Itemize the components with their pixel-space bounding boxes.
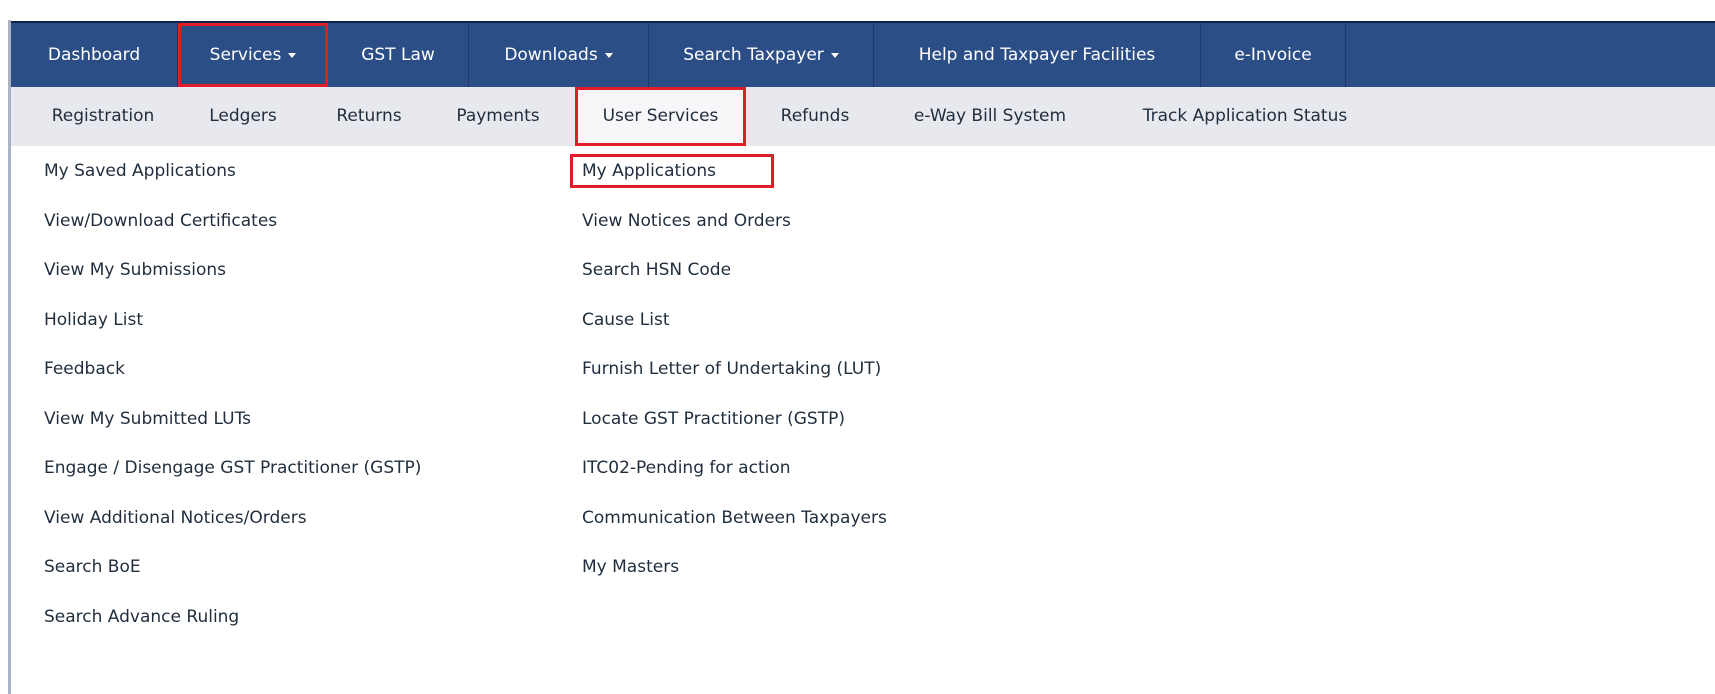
menu-link-my-applications[interactable]: My Applications xyxy=(570,154,774,188)
subnav-payments[interactable]: Payments xyxy=(447,87,549,146)
subnav-refunds-label: Refunds xyxy=(780,106,850,126)
menu-link-view-additional-notices-orders[interactable]: View Additional Notices/Orders xyxy=(44,503,307,533)
menu-link-feedback[interactable]: Feedback xyxy=(44,354,125,384)
nav-gst-law[interactable]: GST Law xyxy=(328,23,469,87)
services-sub-navigation: Registration Ledgers Returns Payments Us… xyxy=(11,87,1715,146)
subnav-returns[interactable]: Returns xyxy=(324,87,414,146)
nav-search-taxpayer-label: Search Taxpayer xyxy=(683,45,824,65)
subnav-track-application-status-label: Track Application Status xyxy=(1142,106,1348,126)
nav-dashboard-label: Dashboard xyxy=(47,45,141,65)
nav-e-invoice-label: e-Invoice xyxy=(1234,45,1312,65)
gst-portal-services-menu: Dashboard Services GST Law Downloads Sea… xyxy=(0,0,1715,694)
menu-link-engage-disengage-gstp[interactable]: Engage / Disengage GST Practitioner (GST… xyxy=(44,453,421,483)
chevron-down-icon xyxy=(604,52,613,58)
menu-link-view-my-submitted-luts[interactable]: View My Submitted LUTs xyxy=(44,404,251,434)
menu-link-communication-between-taxpayers[interactable]: Communication Between Taxpayers xyxy=(582,503,887,533)
nav-gst-law-label: GST Law xyxy=(361,45,435,65)
nav-downloads-label: Downloads xyxy=(504,45,598,65)
subnav-registration[interactable]: Registration xyxy=(44,87,162,146)
subnav-payments-label: Payments xyxy=(456,106,540,126)
nav-services-label: Services xyxy=(209,45,282,65)
menu-link-my-saved-applications[interactable]: My Saved Applications xyxy=(44,156,236,186)
subnav-registration-label: Registration xyxy=(51,106,155,126)
menu-link-view-download-certificates[interactable]: View/Download Certificates xyxy=(44,206,277,236)
menu-link-cause-list[interactable]: Cause List xyxy=(582,305,670,335)
subnav-track-application-status[interactable]: Track Application Status xyxy=(1115,87,1375,146)
subnav-eway-bill-system-label: e-Way Bill System xyxy=(913,106,1067,126)
top-navigation-bar: Dashboard Services GST Law Downloads Sea… xyxy=(11,21,1715,87)
chevron-down-icon xyxy=(830,52,839,58)
nav-e-invoice[interactable]: e-Invoice xyxy=(1201,23,1346,87)
chevron-down-icon xyxy=(288,52,297,58)
subnav-refunds[interactable]: Refunds xyxy=(767,87,863,146)
nav-services[interactable]: Services xyxy=(178,23,328,87)
menu-link-itc02-pending[interactable]: ITC02-Pending for action xyxy=(582,453,791,483)
menu-link-holiday-list[interactable]: Holiday List xyxy=(44,305,143,335)
nav-dashboard[interactable]: Dashboard xyxy=(11,23,178,87)
subnav-eway-bill-system[interactable]: e-Way Bill System xyxy=(891,87,1089,146)
subnav-ledgers[interactable]: Ledgers xyxy=(199,87,287,146)
subnav-user-services-label: User Services xyxy=(602,106,719,126)
subnav-returns-label: Returns xyxy=(336,106,402,126)
menu-link-my-masters[interactable]: My Masters xyxy=(582,552,679,582)
menu-link-locate-gstp[interactable]: Locate GST Practitioner (GSTP) xyxy=(582,404,845,434)
nav-help-taxpayer-facilities[interactable]: Help and Taxpayer Facilities xyxy=(874,23,1201,87)
menu-link-search-advance-ruling[interactable]: Search Advance Ruling xyxy=(44,602,239,632)
nav-help-taxpayer-facilities-label: Help and Taxpayer Facilities xyxy=(918,45,1156,65)
nav-downloads[interactable]: Downloads xyxy=(469,23,649,87)
menu-link-search-hsn-code[interactable]: Search HSN Code xyxy=(582,255,731,285)
menu-link-view-my-submissions[interactable]: View My Submissions xyxy=(44,255,226,285)
nav-search-taxpayer[interactable]: Search Taxpayer xyxy=(649,23,874,87)
menu-link-search-boe[interactable]: Search BoE xyxy=(44,552,141,582)
menu-link-view-notices-and-orders[interactable]: View Notices and Orders xyxy=(582,206,791,236)
menu-link-furnish-lut[interactable]: Furnish Letter of Undertaking (LUT) xyxy=(582,354,881,384)
subnav-user-services[interactable]: User Services xyxy=(575,87,746,146)
subnav-ledgers-label: Ledgers xyxy=(209,106,277,126)
